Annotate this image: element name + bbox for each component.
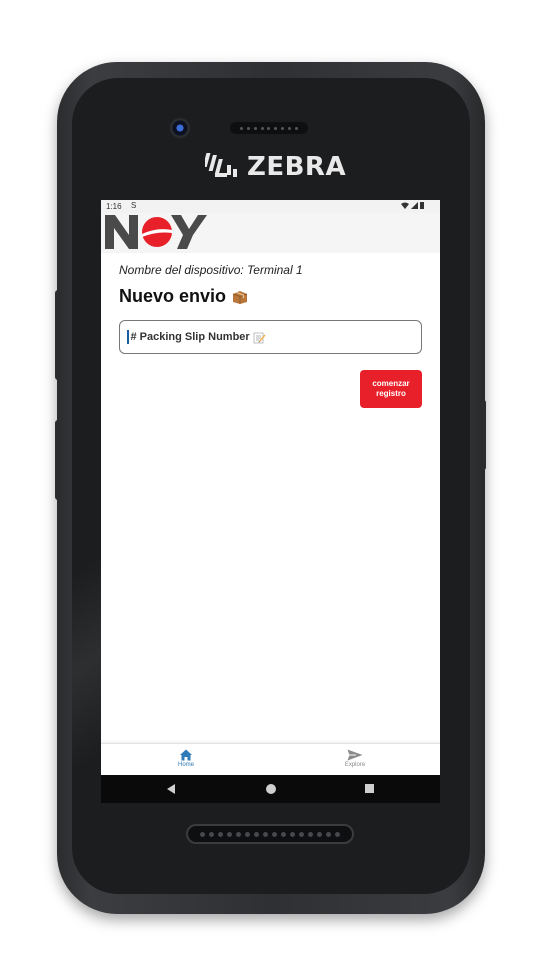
tab-explore-label: Explore (344, 762, 366, 768)
recent-apps-icon[interactable] (365, 784, 374, 793)
home-circle-icon[interactable] (266, 784, 276, 794)
noy-logo-icon (105, 215, 207, 249)
earpiece-speaker (230, 122, 308, 134)
app-header (101, 213, 440, 253)
send-icon (347, 749, 363, 761)
brand-name: ZEBRA (247, 152, 347, 182)
battery-icon (420, 202, 424, 209)
text-cursor (127, 330, 129, 344)
package-icon (232, 290, 248, 304)
device-name-label: Nombre del dispositivo: Terminal 1 (119, 263, 303, 277)
signal-icon (411, 202, 418, 209)
status-bar: 1:16 S (101, 200, 440, 213)
status-icons (401, 202, 424, 209)
back-icon[interactable] (167, 784, 175, 794)
start-registration-button[interactable]: comenzar registro (360, 370, 422, 408)
page-title-text: Nuevo envio (119, 286, 227, 306)
zebra-logo-icon (205, 153, 237, 177)
home-icon (180, 749, 192, 761)
bottom-speaker-grille (186, 824, 354, 844)
tab-home-label: Home (177, 762, 194, 768)
app-screen: 1:16 S Nombre del dispositivo: Terminal … (101, 200, 440, 803)
bottom-tab-bar: Home Explore (101, 743, 440, 776)
packing-slip-value: # Packing Slip Number (130, 331, 250, 343)
memo-icon (253, 332, 266, 343)
packing-slip-input[interactable]: # Packing Slip Number (119, 320, 422, 354)
system-nav-bar (101, 775, 440, 803)
phone-mockup: ZEBRA 1:16 S Nombre del dispositivo: Ter… (0, 0, 547, 968)
device-brand: ZEBRA (205, 150, 346, 184)
wifi-icon (401, 202, 409, 209)
page-title: Nuevo envio (119, 286, 248, 307)
front-camera-icon (170, 118, 190, 138)
notification-icon: S (131, 201, 137, 210)
side-button-right (481, 400, 486, 470)
side-button-left-lower (55, 420, 61, 500)
status-time: 1:16 (106, 202, 122, 211)
tab-explore[interactable]: Explore (325, 747, 385, 775)
tab-home[interactable]: Home (156, 747, 216, 775)
side-button-left (55, 290, 61, 380)
